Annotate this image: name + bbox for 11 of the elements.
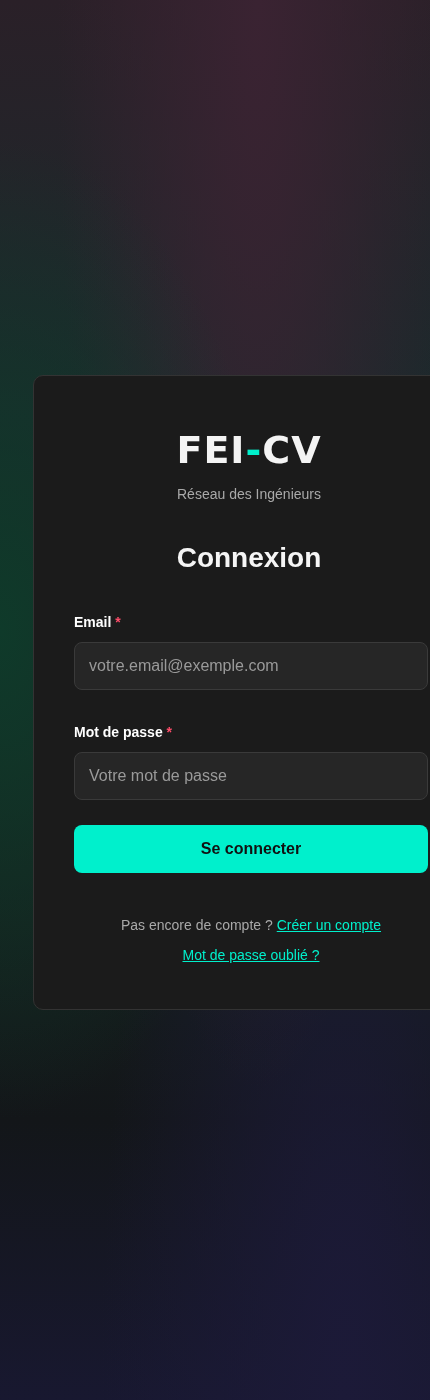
- logo: FEI-CV: [176, 428, 322, 472]
- input-field[interactable]: votre.email@exemple.com: [74, 642, 428, 690]
- signup-link[interactable]: Créer un compte: [276, 917, 381, 933]
- field-label: Email *: [74, 614, 122, 630]
- forgot-password-link[interactable]: Mot de passe oublié ?: [182, 947, 320, 963]
- tagline: Réseau des Ingénieurs: [177, 486, 321, 502]
- input-field[interactable]: Votre mot de passe: [74, 752, 428, 800]
- submit-button[interactable]: Se connecter: [74, 825, 428, 873]
- field-label: Mot de passe *: [74, 724, 174, 740]
- signup-prompt: Pas encore de compte ?: [120, 917, 273, 933]
- page-title: Connexion: [176, 542, 322, 574]
